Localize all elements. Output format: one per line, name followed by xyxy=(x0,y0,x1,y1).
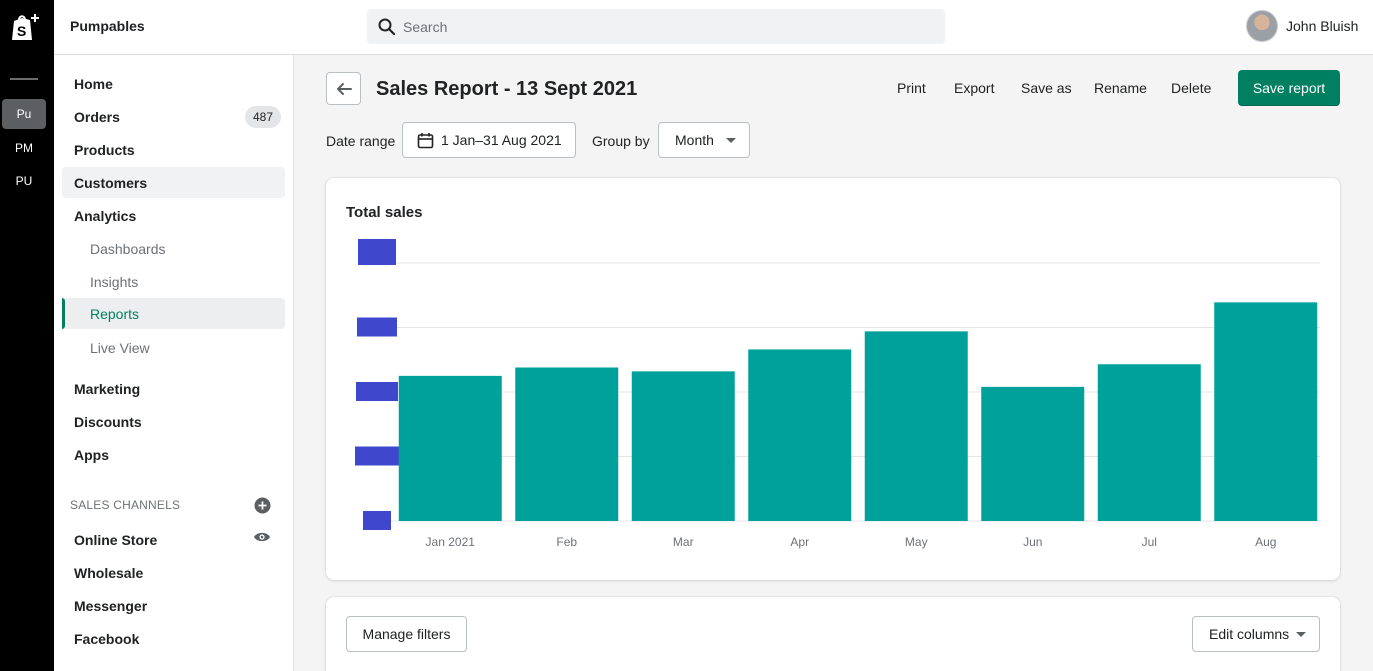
chart-bar-jul[interactable] xyxy=(1097,364,1201,521)
sidebar-item-label: Wholesale xyxy=(74,564,144,581)
back-button[interactable] xyxy=(326,72,361,105)
chart-bar-apr[interactable] xyxy=(748,349,852,521)
sidebar-item-orders[interactable]: Orders 487 xyxy=(62,101,285,132)
manage-filters-button[interactable]: Manage filters xyxy=(346,616,467,652)
sidebar-item-products[interactable]: Products xyxy=(62,134,285,165)
chart-bar-jun[interactable] xyxy=(981,386,1085,521)
sidebar-item-label: Insights xyxy=(90,273,139,290)
y-tick-label-redacted xyxy=(363,511,391,530)
orders-count-badge: 487 xyxy=(244,106,281,128)
group-by-label: Group by xyxy=(592,133,650,149)
arrow-left-icon xyxy=(336,82,352,95)
x-tick-label: Feb xyxy=(556,535,577,549)
x-tick-label: May xyxy=(905,535,928,549)
report-table-card: Manage filters Edit columns xyxy=(326,597,1340,671)
chart-title: Total sales xyxy=(346,204,423,221)
sidebar-item-facebook[interactable]: Facebook xyxy=(62,623,285,654)
sidebar-item-discounts[interactable]: Discounts xyxy=(62,406,285,437)
sidebar-item-insights[interactable]: Insights xyxy=(62,266,285,297)
sidebar-item-label: Live View xyxy=(90,339,150,356)
search-icon xyxy=(378,18,396,36)
sidebar-item-apps[interactable]: Apps xyxy=(62,439,285,470)
sidebar-item-label: Customers xyxy=(74,174,148,191)
search-bar[interactable] xyxy=(367,9,945,44)
top-bar: Pumpables John Bluish xyxy=(54,0,1373,55)
store-switch-pm[interactable]: PM xyxy=(2,133,46,163)
sidebar-item-label: Online Store xyxy=(74,531,158,548)
sidebar-item-label: Orders xyxy=(74,108,120,125)
date-range-picker[interactable]: 1 Jan–31 Aug 2021 xyxy=(402,122,576,158)
sidebar: Home Orders 487 Products Customers Analyt… xyxy=(54,55,294,671)
chevron-down-icon xyxy=(726,138,736,143)
sidebar-item-customers[interactable]: Customers xyxy=(62,167,285,198)
sidebar-item-marketing[interactable]: Marketing xyxy=(62,373,285,404)
total-sales-chart: Jan 2021 Feb Mar Apr May Jun Jul Aug xyxy=(355,239,1320,549)
x-tick-label: Jul xyxy=(1142,535,1157,549)
x-tick-label: Jun xyxy=(1023,535,1042,549)
store-name[interactable]: Pumpables xyxy=(70,18,145,34)
chart-bar-feb[interactable] xyxy=(515,367,619,521)
x-tick-label: Jan 2021 xyxy=(426,535,476,549)
sales-channels-heading: SALES CHANNELS xyxy=(70,498,181,512)
save-report-button[interactable]: Save report xyxy=(1238,70,1340,106)
sidebar-item-wholesale[interactable]: Wholesale xyxy=(62,557,285,588)
user-menu[interactable]: John Bluish xyxy=(1246,10,1358,42)
group-by-select[interactable]: Month xyxy=(658,122,750,158)
y-tick-label-redacted xyxy=(355,446,399,466)
sidebar-item-label: Messenger xyxy=(74,597,148,614)
sidebar-item-label: Apps xyxy=(74,446,109,463)
shopify-logo-icon[interactable]: S xyxy=(8,12,40,42)
sidebar-item-dashboards[interactable]: Dashboards xyxy=(62,233,285,264)
page-title: Sales Report - 13 Sept 2021 xyxy=(376,78,638,100)
sidebar-item-messenger[interactable]: Messenger xyxy=(62,590,285,621)
chart-bar-may[interactable] xyxy=(864,331,968,521)
sidebar-item-analytics[interactable]: Analytics xyxy=(62,200,285,231)
chart-bar-aug[interactable] xyxy=(1214,302,1318,521)
sidebar-item-label: Analytics xyxy=(74,207,137,224)
edit-columns-label: Edit columns xyxy=(1209,626,1290,642)
y-tick-label-redacted xyxy=(357,317,397,337)
edit-columns-button[interactable]: Edit columns xyxy=(1192,616,1320,652)
svg-text:S: S xyxy=(17,23,26,39)
sidebar-item-label: Dashboards xyxy=(90,240,166,257)
sidebar-item-reports[interactable]: Reports xyxy=(62,298,285,329)
sidebar-item-label: Facebook xyxy=(74,630,140,647)
store-switch-pu[interactable]: Pu xyxy=(2,99,46,129)
date-range-label: Date range xyxy=(326,133,396,149)
date-range-value: 1 Jan–31 Aug 2021 xyxy=(441,132,562,148)
calendar-icon xyxy=(417,132,434,148)
store-rail: S Pu PM PU xyxy=(0,0,54,671)
add-channel-plus-icon[interactable] xyxy=(254,497,271,514)
chart-bar-jan-2021[interactable] xyxy=(398,375,502,521)
user-name[interactable]: John Bluish xyxy=(1286,18,1358,34)
y-tick-label-redacted xyxy=(358,239,396,265)
chart-bar-mar[interactable] xyxy=(631,371,735,521)
sidebar-item-online-store[interactable]: Online Store xyxy=(62,524,285,555)
rename-button[interactable]: Rename xyxy=(1094,80,1147,96)
sidebar-item-label: Home xyxy=(74,75,113,92)
y-tick-label-redacted xyxy=(356,382,398,401)
x-tick-label: Mar xyxy=(673,535,694,549)
avatar[interactable] xyxy=(1246,10,1278,42)
sidebar-item-label: Reports xyxy=(90,305,140,322)
sidebar-item-label: Products xyxy=(74,141,135,158)
save-as-button[interactable]: Save as xyxy=(1021,80,1072,96)
delete-button[interactable]: Delete xyxy=(1171,80,1211,96)
sidebar-item-label: Marketing xyxy=(74,380,141,397)
print-button[interactable]: Print xyxy=(897,80,926,96)
store-switch-pu-2[interactable]: PU xyxy=(2,166,46,196)
export-button[interactable]: Export xyxy=(954,80,994,96)
x-tick-label: Aug xyxy=(1255,535,1276,549)
rail-divider xyxy=(10,78,38,80)
sidebar-item-home[interactable]: Home xyxy=(62,68,285,99)
search-input[interactable] xyxy=(403,9,933,44)
chevron-down-icon xyxy=(1296,632,1306,637)
x-tick-label: Apr xyxy=(790,535,809,549)
total-sales-card: Jan 2021 Feb Mar Apr May Jun Jul Aug Total sale… xyxy=(326,178,1340,580)
sidebar-item-label: Discounts xyxy=(74,413,142,430)
view-store-eye-icon[interactable] xyxy=(253,531,271,543)
sidebar-item-live-view[interactable]: Live View xyxy=(62,332,285,363)
group-by-value: Month xyxy=(675,132,714,148)
